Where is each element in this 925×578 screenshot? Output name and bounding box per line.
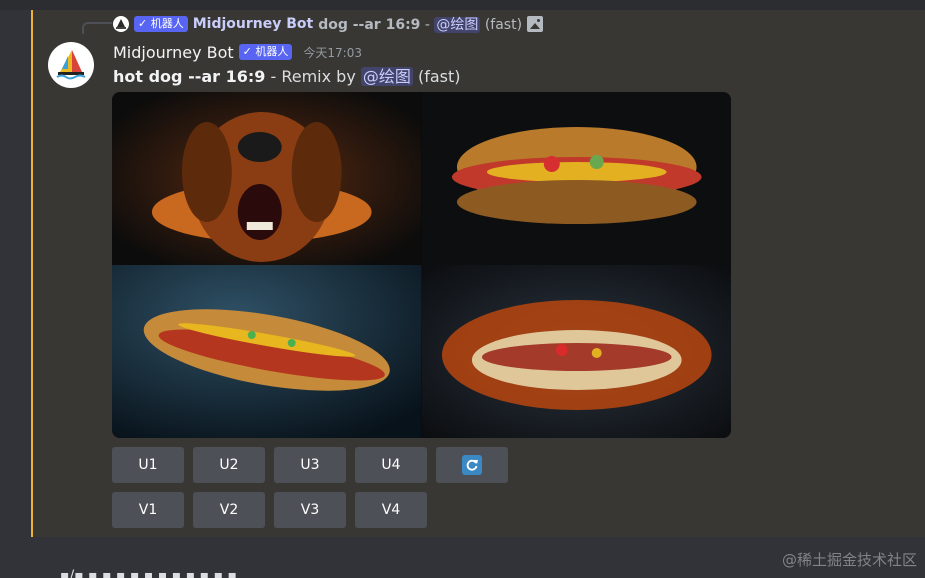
message-content: hot dog --ar 16:9 - Remix by @绘图 (fast) — [113, 67, 461, 87]
reply-separator: - — [420, 17, 435, 33]
reply-speed: (fast) — [484, 17, 523, 33]
variation-button-3[interactable]: V3 — [274, 492, 346, 528]
reply-author[interactable]: Midjourney Bot — [193, 16, 313, 32]
reply-connector — [82, 22, 112, 34]
upscale-button-4[interactable]: U4 — [355, 447, 427, 483]
reroll-button[interactable] — [436, 447, 508, 483]
refresh-icon — [462, 455, 482, 475]
upscale-button-2[interactable]: U2 — [193, 447, 265, 483]
image-tile-4[interactable] — [421, 265, 731, 438]
avatar[interactable] — [48, 42, 94, 88]
image-grid[interactable] — [112, 92, 731, 438]
timestamp[interactable]: 今天17:03 — [303, 44, 362, 61]
bot-badge: ✓ 机器人 — [238, 44, 293, 60]
prompt-text: hot dog --ar 16:9 — [113, 67, 266, 86]
reply-bot-badge: ✓ 机器人 — [134, 16, 188, 32]
watermark: @稀土掘金技术社区 — [781, 551, 917, 569]
remix-text: - Remix by — [265, 67, 361, 86]
image-tile-3[interactable] — [112, 265, 422, 438]
sailboat-icon — [56, 50, 86, 80]
variation-button-4[interactable]: V4 — [355, 492, 427, 528]
reply-avatar[interactable] — [113, 16, 129, 32]
reply-preview[interactable]: ✓ 机器人 Midjourney Bot dog --ar 16:9 - @绘图… — [113, 14, 544, 34]
variation-button-2[interactable]: V2 — [193, 492, 265, 528]
reply-mention[interactable]: @绘图 — [434, 17, 481, 33]
image-tile-2[interactable] — [421, 92, 731, 265]
speed-label: (fast) — [412, 67, 461, 86]
user-mention[interactable]: @绘图 — [360, 67, 413, 86]
reply-prompt-text: dog --ar 16:9 — [318, 17, 421, 33]
image-icon — [527, 16, 544, 32]
message-header: Midjourney Bot ✓ 机器人 今天17:03 — [113, 42, 362, 62]
upscale-button-1[interactable]: U1 — [112, 447, 184, 483]
reply-prompt[interactable]: dog --ar 16:9 - @绘图 (fast) — [318, 14, 522, 34]
top-strip — [0, 0, 925, 10]
next-message-preview: ▪/▪ ▪ ▪ ▪ ▪ ▪ ▪ ▪ ▪ ▪ ▪ ▪ — [60, 568, 238, 578]
author-name[interactable]: Midjourney Bot — [113, 43, 234, 62]
variation-button-1[interactable]: V1 — [112, 492, 184, 528]
image-tile-1[interactable] — [112, 92, 422, 265]
upscale-button-3[interactable]: U3 — [274, 447, 346, 483]
